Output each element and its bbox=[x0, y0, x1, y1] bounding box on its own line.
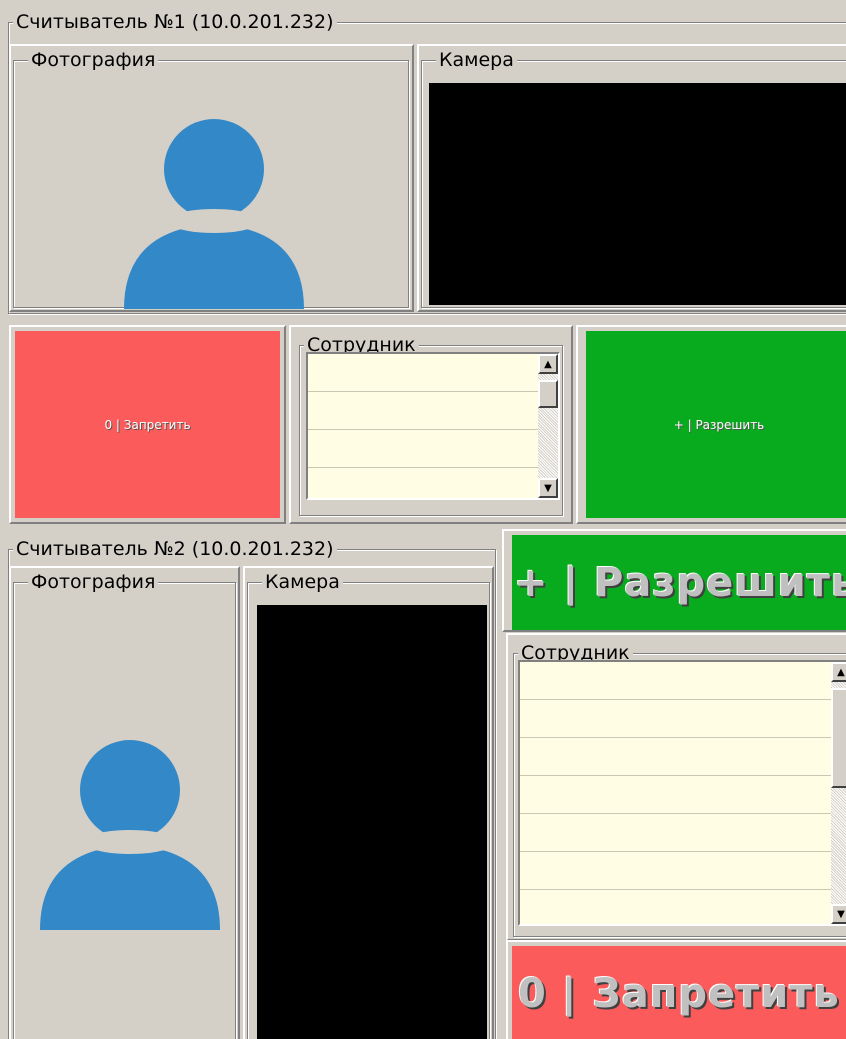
reader1-deny-button[interactable]: 0 | Запретить bbox=[15, 331, 280, 518]
arrow-up-icon[interactable]: ▲ bbox=[831, 662, 846, 682]
reader2-employee-scrollbar[interactable]: ▲ ▼ bbox=[831, 662, 846, 924]
reader1-photo-panel: Фотография bbox=[9, 44, 414, 312]
arrow-up-icon[interactable]: ▲ bbox=[538, 354, 558, 374]
reader1-scroll-thumb[interactable] bbox=[538, 380, 558, 408]
reader1-allow-panel: + | Разрешить bbox=[576, 325, 846, 524]
reader2-photo-group: Фотография bbox=[13, 571, 236, 1039]
reader1-deny-panel: 0 | Запретить bbox=[9, 325, 286, 524]
access-monitor-screen: Считыватель №1 (10.0.201.232) Фотография… bbox=[0, 0, 846, 1039]
reader1-employee-list[interactable]: ▲ ▼ bbox=[306, 352, 560, 500]
list-item[interactable] bbox=[308, 354, 538, 392]
user-silhouette-icon bbox=[40, 740, 220, 930]
reader2-deny-panel: 0 | Запретить bbox=[506, 940, 846, 1039]
reader2-photo-panel: Фотография bbox=[9, 566, 240, 1039]
list-item[interactable] bbox=[308, 392, 538, 430]
list-item[interactable] bbox=[520, 814, 831, 852]
reader2-scroll-thumb[interactable] bbox=[831, 688, 846, 788]
arrow-down-icon[interactable]: ▼ bbox=[538, 478, 558, 498]
reader2-camera-view bbox=[257, 605, 487, 1039]
reader1-camera-label: Камера bbox=[436, 49, 517, 71]
reader1-photo-label: Фотография bbox=[28, 49, 159, 71]
reader2-title: Считыватель №2 (10.0.201.232) bbox=[13, 538, 337, 560]
reader1-employee-rows bbox=[308, 354, 538, 498]
reader2-camera-label: Камера bbox=[262, 571, 343, 593]
reader2-camera-group: Камера bbox=[247, 571, 490, 1039]
reader2-photo-label: Фотография bbox=[28, 571, 159, 593]
list-item[interactable] bbox=[520, 700, 831, 738]
reader2-employee-group: Сотрудник ▲ ▼ bbox=[513, 642, 846, 937]
reader2-employee-panel: Сотрудник ▲ ▼ bbox=[506, 633, 846, 941]
reader2-employee-rows bbox=[520, 662, 831, 924]
reader2-allow-panel: + | Разрешить bbox=[502, 529, 846, 632]
reader1-photo-group: Фотография bbox=[13, 49, 409, 309]
reader2-deny-button[interactable]: 0 | Запретить bbox=[512, 946, 846, 1039]
list-item[interactable] bbox=[520, 662, 831, 700]
user-silhouette-icon bbox=[124, 119, 304, 309]
list-item[interactable] bbox=[520, 776, 831, 814]
reader1-camera-panel: Камера bbox=[417, 44, 846, 312]
list-item[interactable] bbox=[520, 852, 831, 890]
list-item[interactable] bbox=[520, 890, 831, 924]
reader2-allow-button[interactable]: + | Разрешить bbox=[512, 535, 846, 630]
list-item[interactable] bbox=[308, 430, 538, 468]
arrow-down-icon[interactable]: ▼ bbox=[831, 904, 846, 924]
reader1-employee-panel: Сотрудник ▲ ▼ bbox=[289, 325, 573, 524]
reader1-camera-group: Камера bbox=[421, 49, 846, 308]
reader1-camera-view bbox=[429, 83, 846, 305]
reader2-camera-panel: Камера bbox=[243, 566, 494, 1039]
list-item[interactable] bbox=[308, 468, 538, 498]
list-item[interactable] bbox=[520, 738, 831, 776]
reader2-employee-list[interactable]: ▲ ▼ bbox=[518, 660, 846, 926]
reader1-employee-group: Сотрудник ▲ ▼ bbox=[299, 334, 563, 516]
reader1-allow-button[interactable]: + | Разрешить bbox=[586, 331, 846, 518]
reader1-title: Считыватель №1 (10.0.201.232) bbox=[13, 11, 337, 33]
reader1-employee-scrollbar[interactable]: ▲ ▼ bbox=[538, 354, 558, 498]
